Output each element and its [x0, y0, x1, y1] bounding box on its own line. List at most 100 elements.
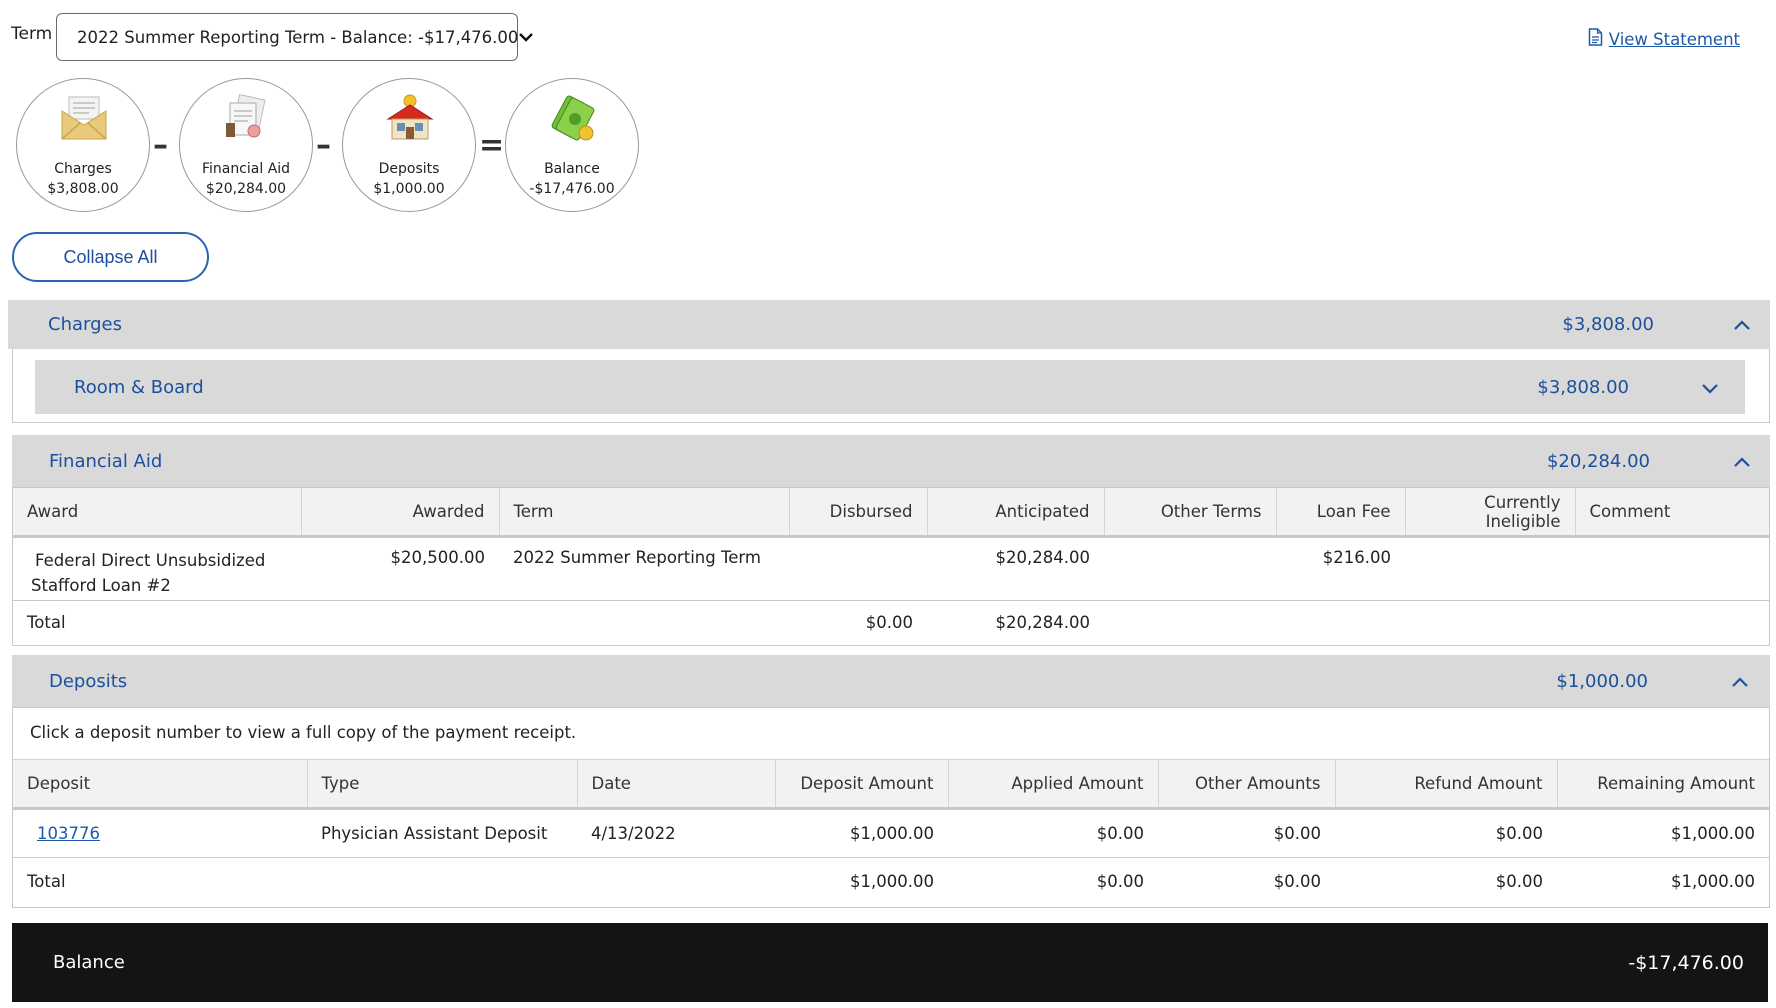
total-anticipated: $20,284.00 [995, 613, 1090, 633]
equals-operator: = [479, 128, 505, 163]
table-total-row: Total $0.00 $20,284.00 [13, 601, 1769, 645]
balance-circle[interactable]: Balance -$17,476.00 [505, 78, 639, 212]
applied-amount-cell: $0.00 [1096, 824, 1144, 843]
awarded-cell: $20,500.00 [390, 548, 485, 567]
total-applied-amount: $0.00 [1096, 871, 1144, 891]
refund-amount-cell: $0.00 [1495, 824, 1543, 843]
award-name-line2: Stafford Loan #2 [31, 576, 171, 595]
column-header[interactable]: Deposit Amount [775, 760, 949, 810]
deposits-section-title: Deposits [49, 670, 128, 692]
charges-circle-label: Charges [54, 161, 112, 177]
column-header[interactable]: Deposit [13, 760, 308, 810]
financial-aid-table-container: Award Awarded Term Disbursed Anticipated… [12, 487, 1770, 646]
money-icon [548, 93, 598, 143]
remaining-amount-cell: $1,000.00 [1671, 824, 1755, 843]
financial-aid-section-amount: $20,284.00 [1546, 450, 1650, 472]
date-cell: 4/13/2022 [591, 824, 676, 843]
financial-aid-table: Award Awarded Term Disbursed Anticipated… [13, 488, 1769, 645]
deposit-amount-cell: $1,000.00 [850, 824, 934, 843]
charges-section-body: Room & Board $3,808.00 [12, 349, 1770, 423]
view-statement-link[interactable]: View Statement [1588, 28, 1740, 50]
column-header[interactable]: Currently Ineligible [1405, 488, 1576, 538]
deposits-circle-amount: $1,000.00 [373, 181, 445, 197]
loan-fee-cell: $216.00 [1322, 548, 1391, 567]
financial-aid-circle-label: Financial Aid [201, 161, 291, 177]
room-board-header[interactable]: Room & Board $3,808.00 [35, 360, 1745, 414]
total-deposit-amount: $1,000.00 [850, 871, 934, 891]
charges-circle[interactable]: Charges $3,808.00 [16, 78, 150, 212]
column-header[interactable]: Award [13, 488, 302, 538]
financial-aid-circle-amount: $20,284.00 [205, 181, 287, 197]
deposit-number-link[interactable]: 103776 [37, 824, 100, 843]
chevron-down-icon[interactable] [1700, 380, 1720, 401]
financial-aid-section-title: Financial Aid [49, 450, 163, 472]
charges-section-amount: $3,808.00 [1562, 314, 1654, 335]
ineligible-cell [1405, 537, 1575, 601]
award-cell: Federal Direct Unsubsidized Stafford Loa… [13, 537, 301, 601]
disbursed-cell [789, 537, 927, 601]
column-header[interactable]: Comment [1575, 488, 1769, 538]
collapse-all-button[interactable]: Collapse All [12, 232, 209, 282]
other-amounts-cell: $0.00 [1273, 824, 1321, 843]
table-header-row: Deposit Type Date Deposit Amount Applied… [13, 760, 1769, 810]
room-board-amount: $3,808.00 [1537, 376, 1629, 398]
financial-aid-circle[interactable]: Financial Aid $20,284.00 [179, 78, 313, 212]
balance-bar: Balance -$17,476.00 [12, 923, 1768, 1002]
total-remaining-amount: $1,000.00 [1671, 871, 1755, 891]
column-header[interactable]: Remaining Amount [1557, 760, 1769, 810]
deposits-section-amount: $1,000.00 [1556, 670, 1648, 692]
column-header[interactable]: Term [499, 488, 790, 538]
room-board-title: Room & Board [74, 376, 204, 398]
column-header[interactable]: Date [577, 760, 776, 810]
deposit-cell: 103776 [13, 809, 307, 858]
chevron-up-icon[interactable] [1732, 453, 1752, 474]
account-summary-page: Term 2022 Summer Reporting Term - Balanc… [0, 0, 1776, 1008]
term-select-value: 2022 Summer Reporting Term - Balance: -$… [77, 27, 519, 47]
type-cell: Physician Assistant Deposit [321, 824, 548, 843]
total-other-amounts: $0.00 [1273, 871, 1321, 891]
deposits-table-container: Click a deposit number to view a full co… [12, 707, 1770, 908]
financial-aid-section-header[interactable]: Financial Aid $20,284.00 [12, 435, 1770, 487]
anticipated-cell: $20,284.00 [995, 548, 1090, 567]
table-total-row: Total $1,000.00 $0.00 $0.00 $0.00 $1,000… [13, 858, 1769, 905]
documents-icon [222, 93, 272, 143]
column-header[interactable]: Disbursed [789, 488, 928, 538]
term-label: Term [11, 24, 53, 44]
charges-circle-amount: $3,808.00 [47, 181, 119, 197]
deposits-note: Click a deposit number to view a full co… [13, 708, 1769, 760]
deposits-circle[interactable]: Deposits $1,000.00 [342, 78, 476, 212]
chevron-up-icon[interactable] [1732, 316, 1752, 337]
envelope-icon [59, 93, 109, 143]
charges-section-title: Charges [48, 314, 122, 335]
column-header[interactable]: Anticipated [927, 488, 1105, 538]
balance-bar-amount: -$17,476.00 [1628, 951, 1744, 974]
balance-bar-label: Balance [53, 952, 125, 973]
column-header[interactable]: Other Amounts [1158, 760, 1336, 810]
deposits-circle-label: Deposits [378, 161, 440, 177]
column-header[interactable]: Applied Amount [948, 760, 1159, 810]
table-row: 103776 Physician Assistant Deposit 4/13/… [13, 809, 1769, 858]
term-select[interactable]: 2022 Summer Reporting Term - Balance: -$… [56, 13, 534, 61]
deposits-section-header[interactable]: Deposits $1,000.00 [12, 655, 1770, 707]
term-cell: 2022 Summer Reporting Term [513, 548, 761, 567]
chevron-up-icon[interactable] [1730, 673, 1750, 694]
column-header[interactable]: Loan Fee [1276, 488, 1406, 538]
total-label: Total [27, 613, 66, 633]
total-label: Total [27, 871, 66, 891]
column-header[interactable]: Awarded [301, 488, 500, 538]
house-icon [385, 93, 435, 143]
column-header[interactable]: Type [307, 760, 578, 810]
balance-circle-amount: -$17,476.00 [529, 181, 615, 197]
other-terms-cell [1104, 537, 1276, 601]
chevron-down-icon [518, 28, 534, 47]
charges-section-header[interactable]: Charges $3,808.00 [8, 300, 1770, 349]
total-refund-amount: $0.00 [1495, 871, 1543, 891]
comment-cell [1575, 537, 1769, 601]
column-header[interactable]: Other Terms [1104, 488, 1277, 538]
minus-operator: – [316, 128, 331, 163]
minus-operator: – [153, 128, 168, 163]
balance-circle-label: Balance [544, 161, 600, 177]
table-header-row: Award Awarded Term Disbursed Anticipated… [13, 488, 1769, 538]
deposits-table: Deposit Type Date Deposit Amount Applied… [13, 760, 1769, 905]
column-header[interactable]: Refund Amount [1335, 760, 1558, 810]
